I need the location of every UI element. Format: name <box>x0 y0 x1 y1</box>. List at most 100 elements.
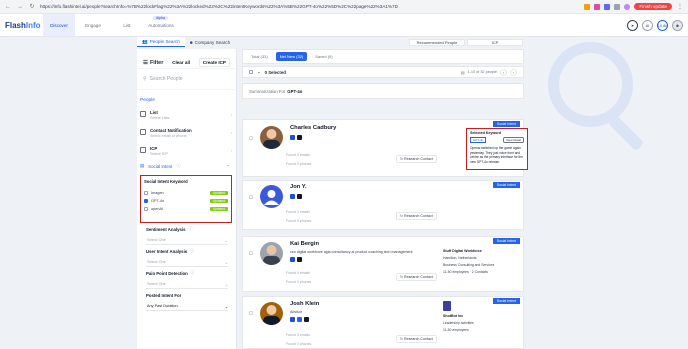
filter-icp[interactable]: ICP Select ICP › <box>137 142 236 160</box>
back-arrow-icon[interactable]: ← <box>4 3 12 11</box>
company-logo[interactable] <box>443 301 451 311</box>
row-checkbox[interactable] <box>249 195 253 199</box>
select-all-checkbox[interactable] <box>249 70 253 74</box>
tab-saved[interactable]: Saved (0) <box>311 52 336 61</box>
rocket-icon[interactable]: ➤ <box>627 19 638 31</box>
chevron-right-icon: › <box>230 130 232 135</box>
avatar <box>260 242 283 265</box>
credits-badge[interactable]: 10.8k <box>657 19 668 31</box>
create-icp-button[interactable]: Create ICP <box>198 58 230 67</box>
checkbox[interactable] <box>144 191 148 195</box>
linkedin-icon[interactable] <box>290 257 295 262</box>
chevron-down-icon: ⌄ <box>224 283 228 287</box>
view-detail-button[interactable]: View Detail <box>503 137 524 143</box>
app-header: FlashInfo Discover Engage List Alpha Auto… <box>0 14 688 37</box>
filter-contact-notification[interactable]: Contact Notification Select email or phon… <box>137 124 236 142</box>
nav-list[interactable]: List <box>111 14 143 36</box>
profile-icon[interactable] <box>624 3 631 10</box>
keyword-option[interactable]: GPT-4o Updated <box>144 197 228 205</box>
chevron-down-icon[interactable]: ⌄ <box>257 69 261 75</box>
tab-total[interactable]: Total (33) <box>247 52 272 61</box>
user-intent-label: User Intent Analysis ⓘ <box>146 249 194 254</box>
nav-automations[interactable]: Alpha Automations <box>145 14 177 36</box>
person-card[interactable]: Social Intent Kai Bergin ceo digital wor… <box>242 236 524 292</box>
checkbox-checked[interactable] <box>144 199 148 203</box>
address-bar[interactable]: https://info.flashintel.ai/people?search… <box>40 4 580 9</box>
linkedin-icon[interactable] <box>290 135 295 140</box>
tab-company-search[interactable]: ■ Company Search <box>185 37 235 47</box>
twitter-icon[interactable] <box>297 135 302 140</box>
puzzle-icon[interactable] <box>614 3 621 10</box>
keyword-option[interactable]: Imagen Updated <box>144 189 228 197</box>
search-people-input[interactable]: ⚲ Search People <box>137 69 236 90</box>
extension-icon[interactable] <box>584 3 591 10</box>
person-name[interactable]: Jon Y. <box>290 184 307 190</box>
research-contact-button[interactable]: ↻ Research Contact <box>396 155 437 163</box>
person-name[interactable]: Josh Klein <box>290 301 319 307</box>
chevron-up-icon[interactable]: ⌃ <box>227 164 230 169</box>
filter-social-intent[interactable]: ▤ Social Intent ⓘ ⌃ <box>137 160 236 172</box>
sentiment-analysis-select[interactable]: Select One ⌄ <box>146 236 228 245</box>
filter-list[interactable]: List Select Lists › <box>137 106 236 124</box>
export-icon[interactable]: ▤ <box>461 70 465 75</box>
refresh-icon: ↻ <box>400 275 404 279</box>
building-icon: ■ <box>189 39 193 45</box>
row-checkbox[interactable] <box>249 136 253 140</box>
more-menu-icon[interactable]: ⋮ <box>676 3 684 11</box>
linkedin-icon[interactable] <box>290 194 295 199</box>
keyword-description: Openai switched up the game again yester… <box>470 146 523 164</box>
background-search-icon <box>548 42 633 127</box>
research-contact-button[interactable]: ↻ Research Contact <box>396 273 437 281</box>
nav-discover[interactable]: Discover <box>43 14 75 36</box>
top-nav: Discover Engage List Alpha Automations <box>43 14 177 36</box>
checkbox[interactable] <box>144 207 148 211</box>
nav-engage[interactable]: Engage <box>77 14 109 36</box>
bell-icon <box>140 129 146 135</box>
row-checkbox[interactable] <box>249 251 253 255</box>
person-name[interactable]: Charles Cadbury <box>290 125 336 131</box>
browser-toolbar: ← → ↻ https://info.flashintel.ai/people?… <box>0 0 688 14</box>
research-contact-button[interactable]: ↻ Research Contact <box>396 212 437 220</box>
twitter-icon[interactable] <box>297 257 302 262</box>
user-avatar-icon[interactable]: ☻ <box>672 19 683 31</box>
keyword-option[interactable]: openAI Updated <box>144 205 228 213</box>
extension-icon[interactable] <box>594 3 601 10</box>
flashinfo-logo[interactable]: FlashInfo <box>5 21 43 30</box>
found-phones: Found 0 phones <box>286 280 312 284</box>
prev-page-button[interactable]: ‹ <box>500 68 507 76</box>
finish-update-button[interactable]: Finish update <box>634 3 672 10</box>
person-name[interactable]: Kai Bergin <box>290 241 319 247</box>
posted-intent-select[interactable]: Any Past Duration ⌄ <box>146 302 228 311</box>
social-intent-keyword-box: Social Intent Keyword Imagen Updated GPT… <box>140 175 232 223</box>
extension-icon[interactable] <box>604 3 611 10</box>
linkedin-icon[interactable] <box>290 317 295 322</box>
twitter-icon[interactable] <box>304 317 309 322</box>
company-name[interactable]: ShotBot Inc <box>443 314 474 318</box>
filter-title: ☰ Filter <box>143 59 164 66</box>
tab-people-search[interactable]: 👥 People Search <box>137 37 185 47</box>
icp-tab[interactable]: ICP <box>467 38 523 46</box>
clear-all-button[interactable]: Clear all <box>172 60 190 65</box>
social-intent-badge: Social Intent <box>492 182 520 188</box>
person-card[interactable]: Social Intent Josh Klein Advisor Found 0… <box>242 296 524 349</box>
avatar <box>260 185 283 208</box>
row-checkbox[interactable] <box>249 311 253 315</box>
user-intent-select[interactable]: Select One ⌄ <box>146 258 228 267</box>
pain-point-select[interactable]: Select One ⌄ <box>146 280 228 289</box>
next-page-button[interactable]: › <box>510 68 517 76</box>
twitter-icon[interactable] <box>297 194 302 199</box>
forward-arrow-icon[interactable]: → <box>16 3 24 11</box>
ai-icon[interactable]: AI <box>642 19 653 31</box>
found-phones: Found 0 phones <box>286 162 312 166</box>
social-intent-badge: Social Intent <box>492 298 520 304</box>
reload-icon[interactable]: ↻ <box>28 3 36 11</box>
refresh-icon: ↻ <box>400 214 404 218</box>
recommended-people-tab[interactable]: Recommended People <box>409 38 465 46</box>
research-contact-button[interactable]: ↻ Research Contact <box>396 335 437 343</box>
refresh-icon: ↻ <box>400 157 404 161</box>
sentiment-analysis-label: Sentiment Analysis ⓘ <box>146 227 193 232</box>
company-name[interactable]: Stuff Digital Workforce <box>443 249 494 253</box>
tab-net-new[interactable]: Net New (32) <box>275 52 308 61</box>
person-card[interactable]: Social Intent Jon Y. Found 0 emails Foun… <box>242 180 524 230</box>
facebook-icon[interactable] <box>297 317 302 322</box>
